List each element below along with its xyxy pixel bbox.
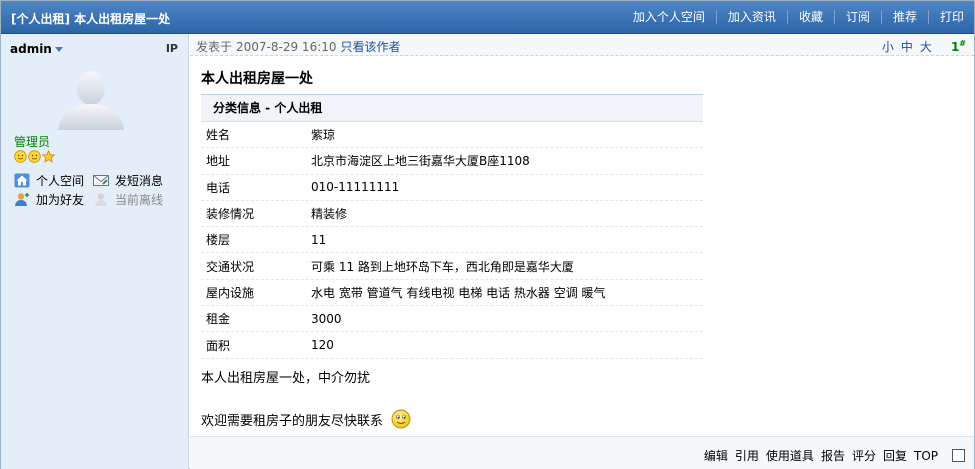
post-body: 发表于 2007-8-29 16:10 只看该作者 小中大 1# 本人出租房屋一处 分… xyxy=(190,34,974,469)
table-row: 租金 3000 xyxy=(201,306,703,333)
user-role: 管理员 xyxy=(14,135,51,149)
quote-button[interactable]: 引用 xyxy=(735,447,759,464)
classified-info-table: 分类信息 - 个人出租 姓名 紫琼 地址 北京市海淀区上地三街嘉华大厦B座1108 … xyxy=(201,94,703,359)
post-info: 发表于 2007-8-29 16:10 只看该作者 xyxy=(196,38,401,55)
add-to-news-link[interactable]: 加入资讯 xyxy=(715,10,787,24)
field-value: 可乘 11 路到上地环岛下车，西北角即是嘉华大厦 xyxy=(311,259,574,274)
floor-number: 1# xyxy=(944,39,966,54)
ip-link[interactable]: IP xyxy=(166,42,178,55)
report-button[interactable]: 报告 xyxy=(821,447,845,464)
personal-space-link[interactable]: 个人空间 xyxy=(14,172,93,189)
add-user-icon xyxy=(15,193,29,206)
table-row: 装修情况 精装修 xyxy=(201,201,703,228)
font-size-controls: 小中大 1# xyxy=(875,38,966,55)
field-value: 精装修 xyxy=(311,207,348,222)
select-post-checkbox[interactable] xyxy=(952,449,965,462)
author-name: admin xyxy=(10,42,52,56)
field-name: 地址 xyxy=(206,154,231,169)
sun-rank-icon xyxy=(14,150,27,163)
table-header: 分类信息 - 个人出租 xyxy=(201,94,703,122)
chevron-down-icon xyxy=(54,47,63,52)
online-status: 当前离线 xyxy=(93,191,172,208)
send-message-label: 发短消息 xyxy=(115,174,164,188)
field-value: 紫琼 xyxy=(311,128,336,143)
field-value: 北京市海淀区上地三街嘉华大厦B座1108 xyxy=(311,154,530,169)
post-title: 本人出租房屋一处 xyxy=(201,71,313,87)
table-row: 屋内设施 水电 宽带 管道气 有线电视 电梯 电话 热水器 空调 暖气 xyxy=(201,280,703,307)
posted-label: 发表于 xyxy=(196,40,233,54)
field-value: 3000 xyxy=(311,311,342,326)
offline-user-icon xyxy=(95,193,107,206)
floor-mark: # xyxy=(959,39,966,48)
table-row: 交通状况 可乘 11 路到上地环岛下车，西北角即是嘉华大厦 xyxy=(201,253,703,280)
only-author-link[interactable]: 只看该作者 xyxy=(341,40,401,54)
edit-button[interactable]: 编辑 xyxy=(704,447,728,464)
post-actions-bar: 编辑 引用 使用道具 报告 评分 回复 TOP xyxy=(190,436,974,469)
table-row: 姓名 紫琼 xyxy=(201,122,703,149)
thread-actions: 加入个人空间 加入资讯 收藏 订阅 推荐 打印 xyxy=(622,10,964,24)
use-item-button[interactable]: 使用道具 xyxy=(766,447,814,464)
field-value: 11 xyxy=(311,232,327,247)
field-name: 姓名 xyxy=(206,128,231,143)
field-name: 楼层 xyxy=(206,233,231,248)
post-text-line: 欢迎需要租房子的朋友尽快联系 xyxy=(201,413,384,429)
print-link[interactable]: 打印 xyxy=(927,10,964,24)
rate-button[interactable]: 评分 xyxy=(852,447,876,464)
personal-space-label: 个人空间 xyxy=(36,174,85,188)
recommend-link[interactable]: 推荐 xyxy=(880,10,928,24)
star-rank-icon xyxy=(42,150,55,163)
rank-icons xyxy=(14,150,55,163)
post-meta-bar: 发表于 2007-8-29 16:10 只看该作者 小中大 1# xyxy=(190,34,974,56)
reply-button[interactable]: 回复 xyxy=(883,447,907,464)
home-icon xyxy=(14,173,30,188)
thread-title: [个人出租] 本人出租房屋一处 xyxy=(11,12,171,26)
send-message-link[interactable]: 发短消息 xyxy=(93,172,172,189)
post-frame: [个人出租] 本人出租房屋一处 加入个人空间 加入资讯 收藏 订阅 推荐 打印 … xyxy=(0,0,975,469)
top-button[interactable]: TOP xyxy=(914,449,938,463)
table-row: 地址 北京市海淀区上地三街嘉华大厦B座1108 xyxy=(201,148,703,175)
table-row: 面积 120 xyxy=(201,332,703,359)
field-value: 120 xyxy=(311,338,334,353)
sun-rank-icon xyxy=(28,150,41,163)
thread-header: [个人出租] 本人出租房屋一处 加入个人空间 加入资讯 收藏 订阅 推荐 打印 xyxy=(1,1,974,34)
post-text-line-with-emoticon: 欢迎需要租房子的朋友尽快联系 xyxy=(201,409,411,429)
add-friend-label: 加为好友 xyxy=(36,193,85,207)
field-name: 租金 xyxy=(206,312,231,327)
field-name: 装修情况 xyxy=(206,207,255,222)
envelope-icon xyxy=(93,175,109,186)
field-value: 水电 宽带 管道气 有线电视 电梯 电话 热水器 空调 暖气 xyxy=(311,285,606,300)
field-name: 电话 xyxy=(206,180,231,195)
font-size-large[interactable]: 大 xyxy=(920,40,932,54)
online-status-label: 当前离线 xyxy=(115,193,164,207)
author-name-menu[interactable]: admin xyxy=(10,42,63,56)
post-tools: 编辑 引用 使用道具 报告 评分 回复 TOP xyxy=(697,447,965,464)
table-row: 楼层 11 xyxy=(201,227,703,254)
author-sidebar: admin IP 管理员 个人空间 发短消息 加为好友 当前离线 xyxy=(1,34,189,469)
field-name: 面积 xyxy=(206,338,231,353)
table-row: 电话 010-11111111 xyxy=(201,175,703,201)
font-size-small[interactable]: 小 xyxy=(882,40,894,54)
favorite-link[interactable]: 收藏 xyxy=(786,10,834,24)
add-to-space-link[interactable]: 加入个人空间 xyxy=(622,10,716,24)
subscribe-link[interactable]: 订阅 xyxy=(833,10,881,24)
author-links: 个人空间 发短消息 加为好友 当前离线 xyxy=(14,171,184,209)
post-text-line: 本人出租房屋一处，中介勿扰 xyxy=(201,371,371,386)
field-value: 010-11111111 xyxy=(311,180,400,195)
field-name: 屋内设施 xyxy=(206,285,255,300)
field-name: 交通状况 xyxy=(206,259,255,274)
post-date: 2007-8-29 16:10 xyxy=(236,40,337,54)
smiley-icon xyxy=(391,409,411,429)
font-size-medium[interactable]: 中 xyxy=(901,40,913,54)
add-friend-link[interactable]: 加为好友 xyxy=(14,191,93,208)
avatar xyxy=(58,71,124,130)
